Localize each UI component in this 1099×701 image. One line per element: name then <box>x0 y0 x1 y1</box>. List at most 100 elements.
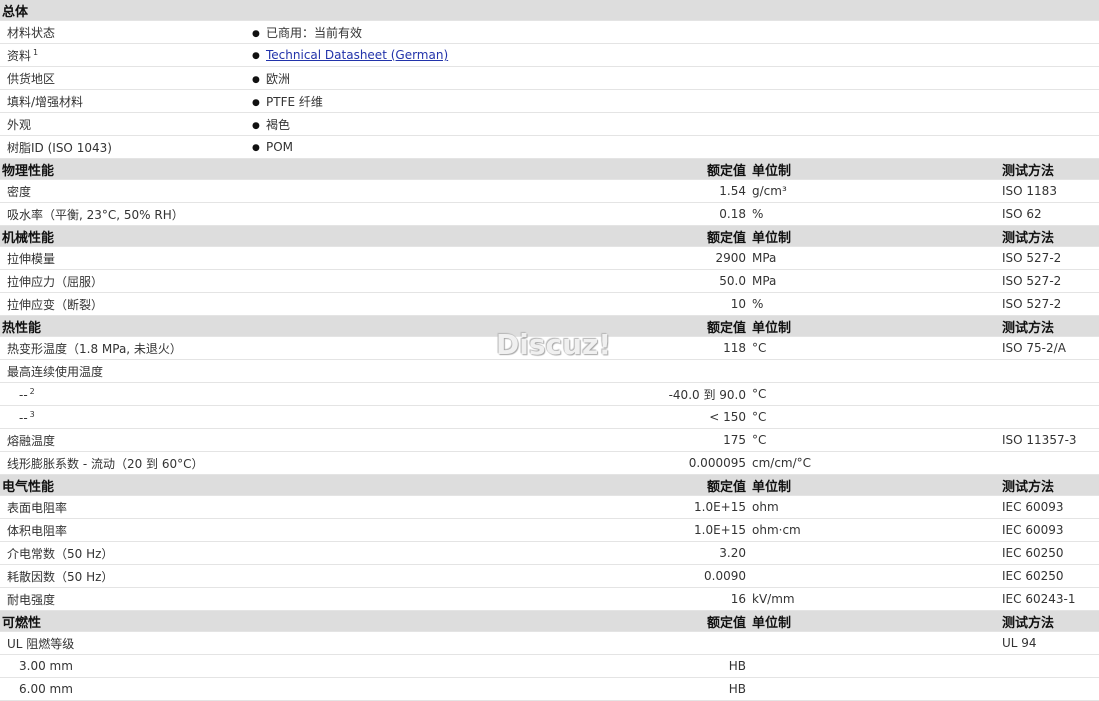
property-row: 拉伸应变（断裂） 10% ISO 527-2 <box>0 292 1099 316</box>
property-value: POM <box>252 135 1099 159</box>
section-header-general: 总体 <box>0 0 1099 21</box>
property-row: 耐电强度 16 kV/mm IEC 60243-1 <box>0 587 1099 611</box>
property-unit: °C <box>752 405 1002 429</box>
property-value: 欧洲 <box>252 66 1099 90</box>
property-value: 16 <box>252 587 752 611</box>
header-method: 测试方法 <box>1002 158 1099 180</box>
property-method <box>1002 405 1099 429</box>
property-label-text: 密度 <box>7 184 32 199</box>
datasheet-table: 总体材料状态 已商用：当前有效资料1 Technical Datasheet (Ge… <box>0 0 1099 701</box>
property-label: UL 阻燃等级 <box>0 631 252 655</box>
property-label-text: 表面电阻率 <box>7 500 68 515</box>
property-label: 密度 <box>0 179 252 203</box>
general-row: 树脂ID (ISO 1043) POM <box>0 135 1099 159</box>
header-unit: 单位制 <box>752 474 1002 496</box>
property-method: ISO 11357-3 <box>1002 428 1099 452</box>
property-value: HB <box>252 677 752 701</box>
property-label: 外观 <box>0 112 252 136</box>
property-unit: % <box>752 202 1002 226</box>
header-method: 测试方法 <box>1002 225 1099 247</box>
property-label: -- 2 <box>0 382 252 406</box>
section-title: 电气性能 <box>0 474 252 496</box>
property-value: PTFE 纤维 <box>252 89 1099 113</box>
property-unit: ohm <box>752 495 1002 519</box>
property-unit: °C <box>752 428 1002 452</box>
property-value: 0.0090 <box>252 564 752 588</box>
property-label: 热变形温度（1.8 MPa, 未退火） <box>0 336 252 360</box>
property-unit: °C <box>752 336 1002 360</box>
property-label: 体积电阻率 <box>0 518 252 542</box>
property-method: IEC 60250 <box>1002 541 1099 565</box>
property-value-text: 欧洲 <box>266 71 291 86</box>
property-method <box>1002 359 1099 383</box>
property-label-text: 耗散因数（50 Hz） <box>7 569 114 584</box>
property-label-text: 拉伸应变（断裂） <box>7 297 104 312</box>
property-row: 6.00 mm HB <box>0 677 1099 701</box>
bullet-icon <box>252 72 266 86</box>
property-label-text: 介电常数（50 Hz） <box>7 546 114 561</box>
property-method: ISO 75-2/A <box>1002 336 1099 360</box>
property-unit: MPa <box>752 246 1002 270</box>
property-value <box>252 631 752 655</box>
bullet-icon <box>252 48 266 62</box>
section-header: 电气性能 额定值 单位制 测试方法 <box>0 474 1099 496</box>
property-unit <box>752 654 1002 678</box>
general-row: 填料/增强材料 PTFE 纤维 <box>0 89 1099 113</box>
property-label: 表面电阻率 <box>0 495 252 519</box>
property-label: 材料状态 <box>0 20 252 44</box>
property-method: IEC 60093 <box>1002 495 1099 519</box>
property-label-text: 材料状态 <box>7 25 56 40</box>
property-value: 1.0E+15 <box>252 518 752 542</box>
property-label-text: 树脂ID (ISO 1043) <box>7 140 112 155</box>
bullet-icon <box>252 118 266 132</box>
property-label-text: 熔融温度 <box>7 433 56 448</box>
section-header: 可燃性 额定值 单位制 测试方法 <box>0 610 1099 632</box>
property-value: 1.0E+15 <box>252 495 752 519</box>
property-unit: MPa <box>752 269 1002 293</box>
property-label: 树脂ID (ISO 1043) <box>0 135 252 159</box>
property-value: < 150 <box>252 405 752 429</box>
property-label-text: 资料 <box>7 48 32 63</box>
property-value: 0.000095 <box>252 451 752 475</box>
header-value: 额定值 <box>252 225 752 247</box>
property-value: 50.0 <box>252 269 752 293</box>
property-label: 吸水率（平衡, 23°C, 50% RH） <box>0 202 252 226</box>
section-header: 热性能 额定值 单位制 测试方法 <box>0 315 1099 337</box>
property-value-text: POM <box>266 140 294 154</box>
footnote-ref: 1 <box>33 47 39 57</box>
property-row: 热变形温度（1.8 MPa, 未退火） 118 °C ISO 75-2/A <box>0 336 1099 360</box>
property-method <box>1002 382 1099 406</box>
property-label-text: 填料/增强材料 <box>7 94 84 109</box>
property-method: UL 94 <box>1002 631 1099 655</box>
property-value: -40.0 到 90.0 <box>252 382 752 406</box>
property-label: 资料 1 <box>0 43 252 67</box>
header-method: 测试方法 <box>1002 474 1099 496</box>
property-label-text: 拉伸模量 <box>7 251 56 266</box>
property-value-text: 褐色 <box>266 117 291 132</box>
property-label: 拉伸应变（断裂） <box>0 292 252 316</box>
property-unit <box>752 677 1002 701</box>
property-label-text: 3.00 mm <box>19 659 73 673</box>
section-header: 物理性能 额定值 单位制 测试方法 <box>0 158 1099 180</box>
property-label: 拉伸模量 <box>0 246 252 270</box>
property-value <box>252 359 752 383</box>
property-row: 拉伸应力（屈服） 50.0 MPa ISO 527-2 <box>0 269 1099 293</box>
property-method: IEC 60250 <box>1002 564 1099 588</box>
bullet-icon <box>252 140 266 154</box>
property-label-text: 供货地区 <box>7 71 56 86</box>
property-method <box>1002 677 1099 701</box>
header-unit: 单位制 <box>752 610 1002 632</box>
datasheet-link[interactable]: Technical Datasheet (German) <box>266 48 448 62</box>
header-method: 测试方法 <box>1002 315 1099 337</box>
property-value: 118 <box>252 336 752 360</box>
header-value: 额定值 <box>252 315 752 337</box>
property-row: 3.00 mm HB <box>0 654 1099 678</box>
section-header: 机械性能 额定值 单位制 测试方法 <box>0 225 1099 247</box>
property-unit: °C <box>752 382 1002 406</box>
property-row: 表面电阻率 1.0E+15 ohm IEC 60093 <box>0 495 1099 519</box>
property-label-text: 6.00 mm <box>19 682 73 696</box>
property-row: 熔融温度 175 °C ISO 11357-3 <box>0 428 1099 452</box>
bullet-icon <box>252 95 266 109</box>
property-label: 熔融温度 <box>0 428 252 452</box>
header-value: 额定值 <box>252 474 752 496</box>
